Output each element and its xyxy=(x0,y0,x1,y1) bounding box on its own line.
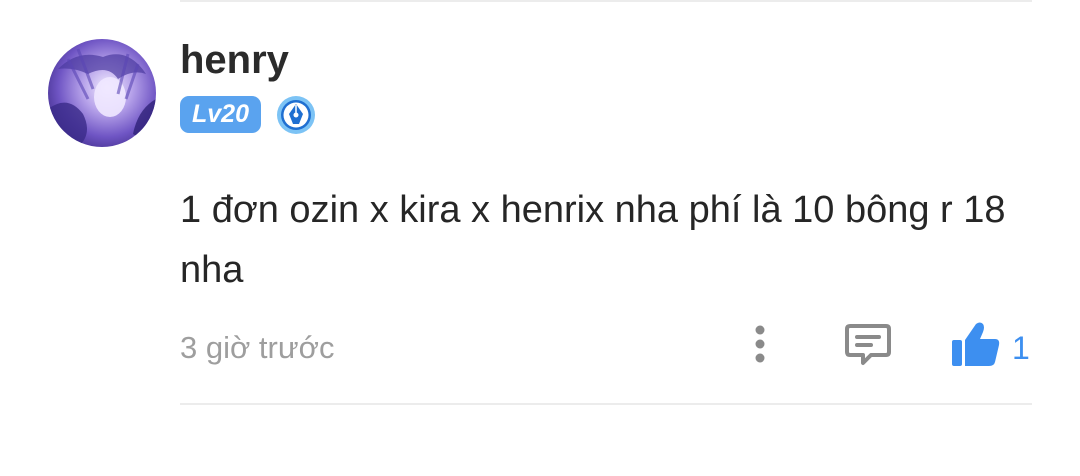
bottom-divider xyxy=(180,403,1032,405)
like-count: 1 xyxy=(1012,330,1030,366)
avatar[interactable] xyxy=(48,39,156,147)
comment-text: 1 đơn ozin x kira x henrix nha phí là 10… xyxy=(180,189,1006,291)
timestamp: 3 giờ trước xyxy=(180,330,335,365)
more-vertical-icon[interactable] xyxy=(742,322,778,366)
comment-icon[interactable] xyxy=(843,321,893,369)
avatar-image xyxy=(48,39,156,147)
username[interactable]: henry xyxy=(180,36,289,84)
level-badge: Lv20 xyxy=(180,96,261,133)
pen-medal-icon[interactable] xyxy=(276,95,316,135)
top-divider xyxy=(180,0,1032,2)
thumbs-up-icon[interactable] xyxy=(950,320,1002,370)
